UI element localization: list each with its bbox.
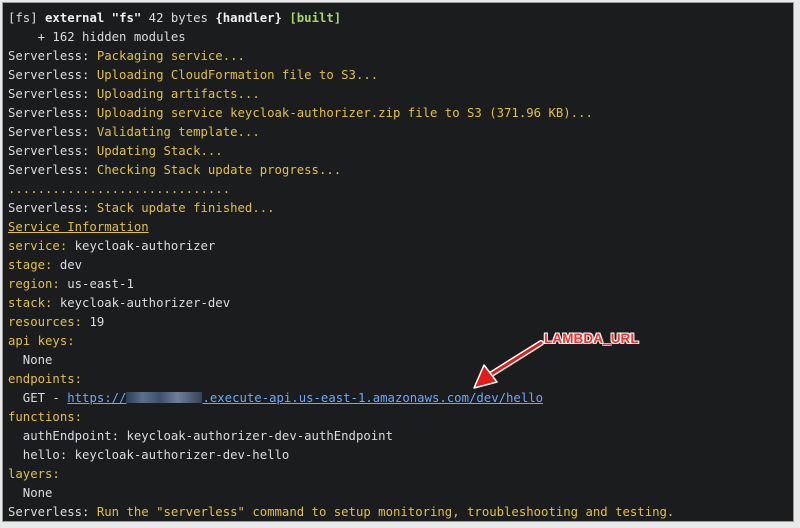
lambda-url-annotation: LAMBDA_URL: [544, 331, 639, 346]
annotation-arrow-icon: [473, 340, 544, 389]
